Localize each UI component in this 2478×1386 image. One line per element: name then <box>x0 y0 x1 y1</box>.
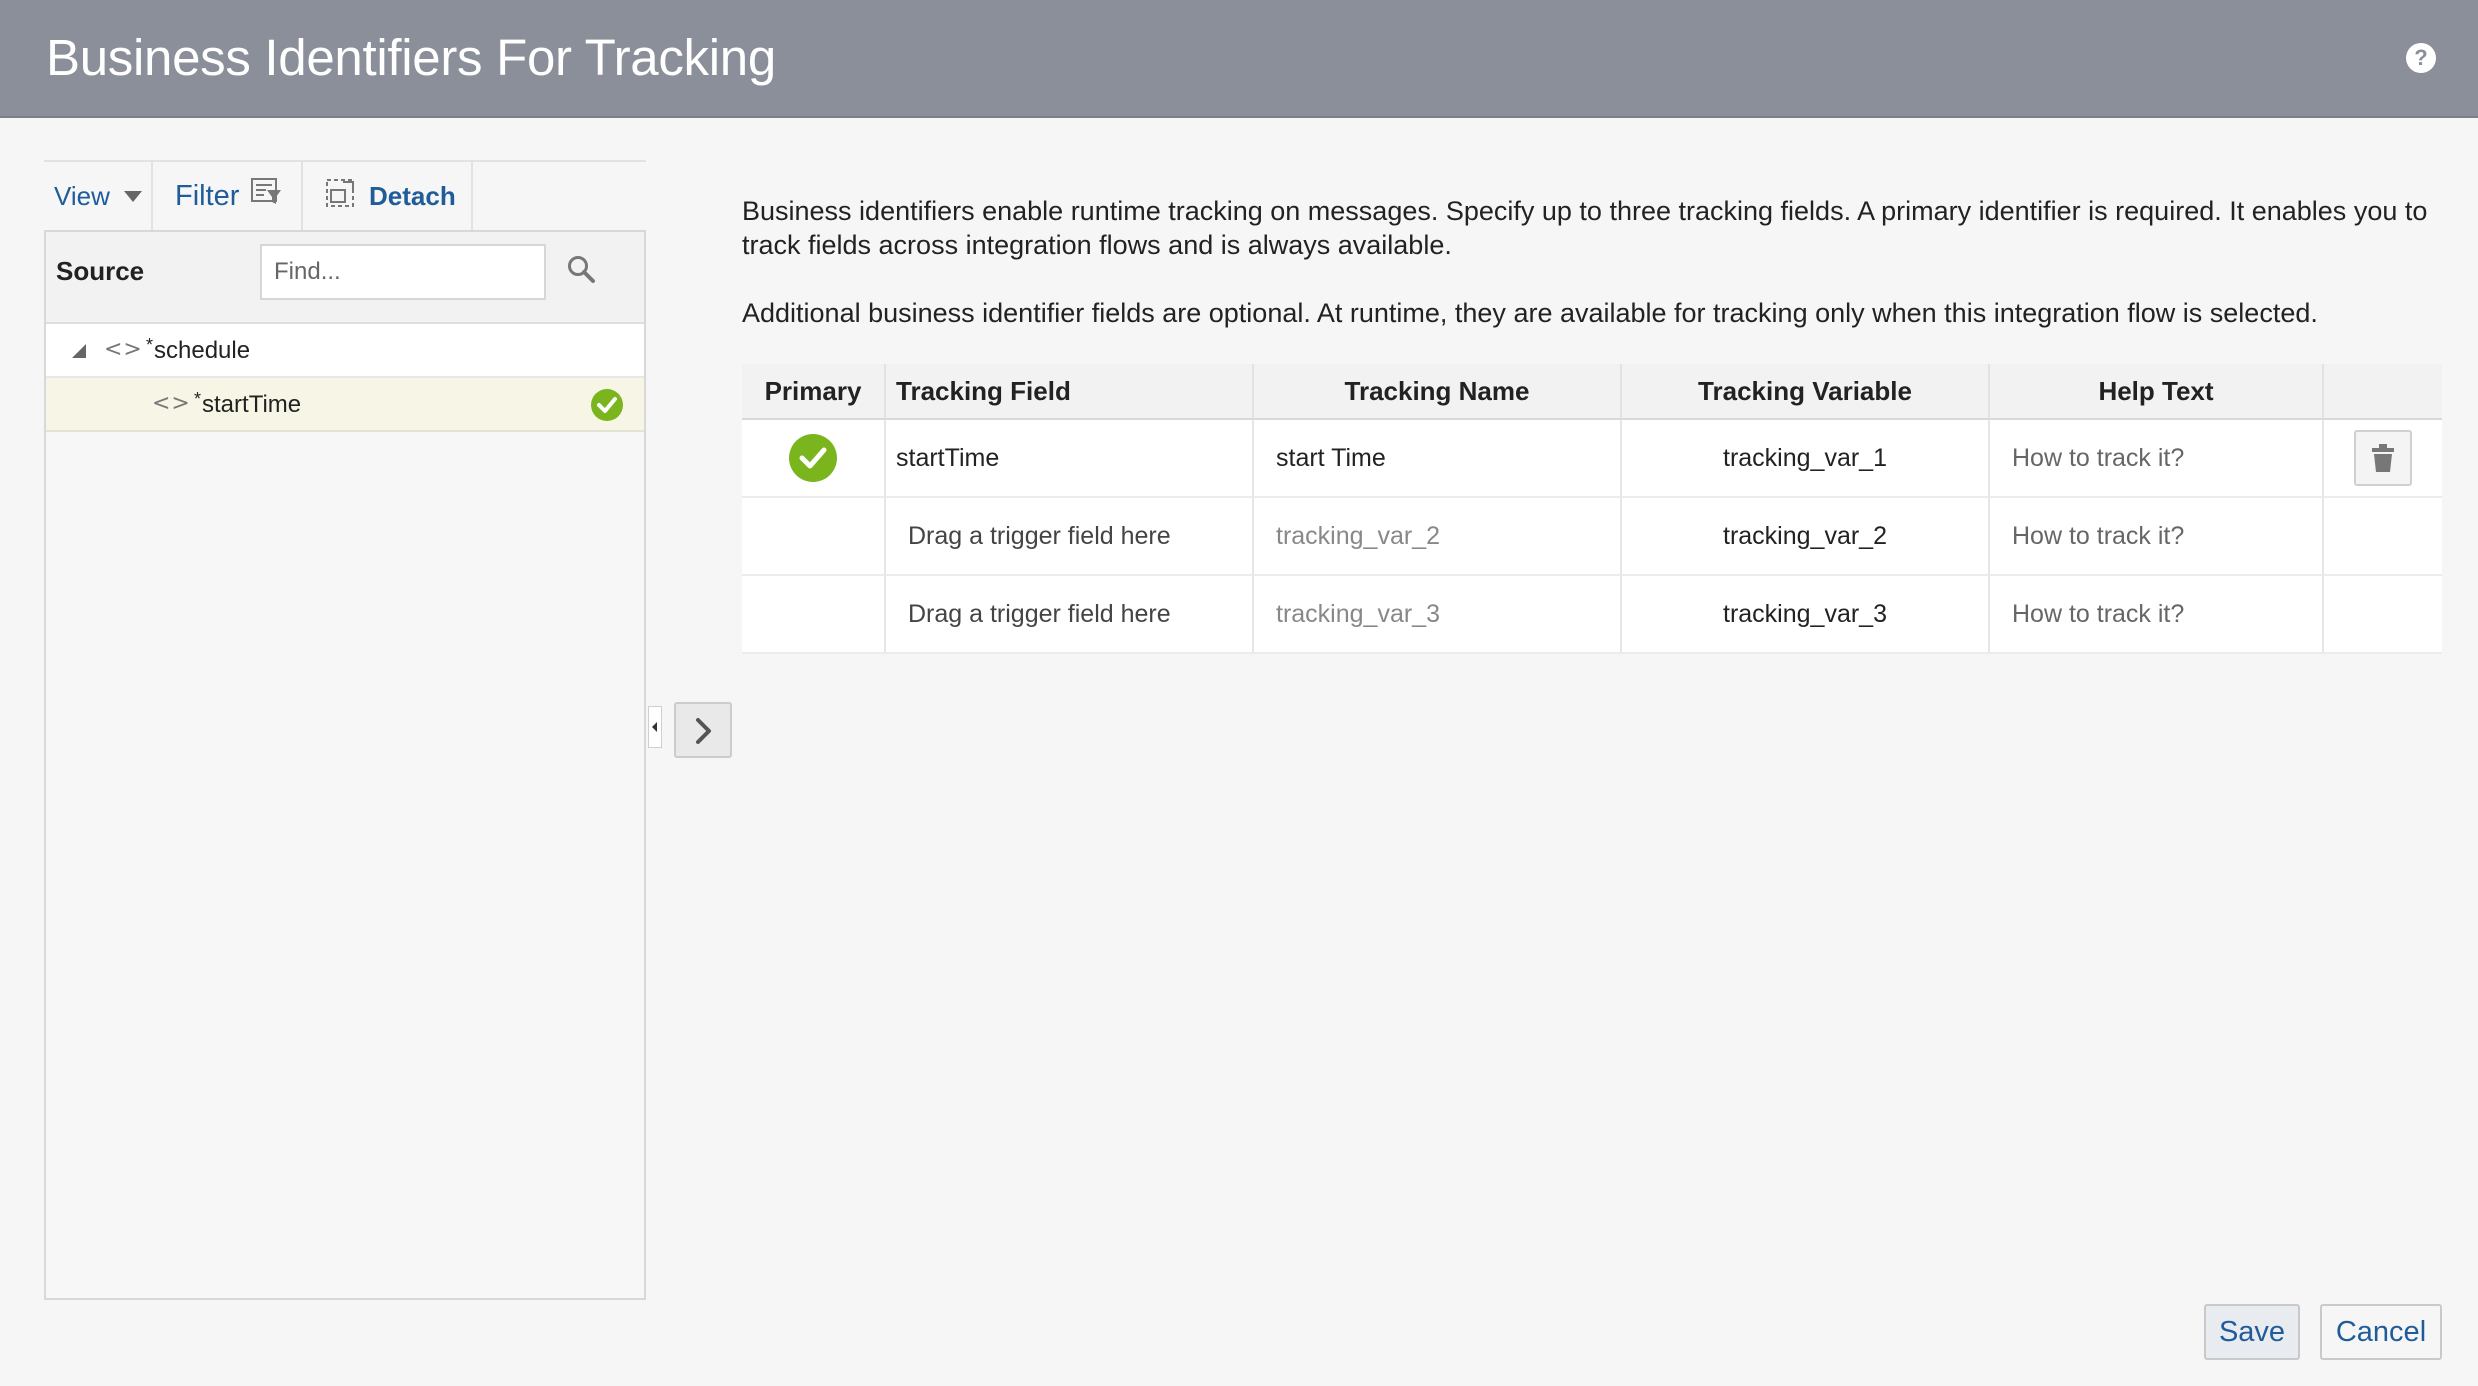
delete-button[interactable] <box>2354 430 2412 486</box>
actions-cell <box>2324 576 2442 654</box>
help-text-cell[interactable]: How to track it? <box>1990 420 2324 498</box>
trash-icon <box>2372 444 2394 472</box>
tracking-variable-cell: tracking_var_2 <box>1622 498 1990 576</box>
column-header-help-text: Help Text <box>1990 364 2324 420</box>
primary-check-icon <box>789 434 837 482</box>
expand-panel-button[interactable] <box>674 702 732 758</box>
source-toolbar: View Filter Detach <box>44 160 646 230</box>
help-icon[interactable]: ? <box>2406 43 2436 73</box>
tracking-table: Primary Tracking Field Tracking Name Tra… <box>742 364 2442 654</box>
cancel-button[interactable]: Cancel <box>2320 1304 2442 1360</box>
tracking-name-cell[interactable]: tracking_var_3 <box>1254 576 1622 654</box>
actions-cell <box>2324 420 2442 498</box>
tracking-variable-cell: tracking_var_1 <box>1622 420 1990 498</box>
chevron-right-icon <box>696 718 711 744</box>
save-button[interactable]: Save <box>2204 1304 2300 1360</box>
filter-label: Filter <box>175 179 240 212</box>
tree-node-label: *schedule <box>146 335 251 364</box>
detach-icon <box>325 178 355 215</box>
element-brackets-icon: <> <box>152 391 191 416</box>
view-label: View <box>54 180 110 211</box>
caret-left-icon <box>652 722 657 732</box>
panel-collapse-handle[interactable] <box>648 706 662 748</box>
column-header-tracking-name: Tracking Name <box>1254 364 1622 420</box>
check-circle-icon <box>590 388 624 429</box>
actions-cell <box>2324 498 2442 576</box>
collapse-triangle-icon[interactable] <box>72 344 86 358</box>
source-panel: Source <> *schedule <> *startTime <box>44 230 646 1300</box>
source-label: Source <box>56 256 145 286</box>
tracking-name-cell[interactable]: start Time <box>1254 420 1622 498</box>
dialog-title: Business Identifiers For Tracking <box>46 29 776 86</box>
column-header-tracking-variable: Tracking Variable <box>1622 364 1990 420</box>
tracking-field-drop-target[interactable]: Drag a trigger field here <box>886 498 1254 576</box>
filter-button[interactable]: Filter <box>153 162 303 230</box>
help-text-cell[interactable]: How to track it? <box>1990 498 2324 576</box>
tracking-name-cell[interactable]: tracking_var_2 <box>1254 498 1622 576</box>
column-header-tracking-field: Tracking Field <box>886 364 1254 420</box>
chevron-down-icon <box>123 190 142 202</box>
tree-node-label: *startTime <box>194 389 302 418</box>
search-icon[interactable] <box>566 254 596 289</box>
primary-cell[interactable] <box>742 498 886 576</box>
tree-node-starttime[interactable]: <> *startTime <box>46 378 644 432</box>
column-header-actions <box>2324 364 2442 420</box>
description-paragraph-2: Additional business identifier fields ar… <box>742 298 2318 328</box>
column-header-primary: Primary <box>742 364 886 420</box>
dialog-header: Business Identifiers For Tracking ? <box>0 0 2478 118</box>
tracking-field-drop-target[interactable]: Drag a trigger field here <box>886 576 1254 654</box>
help-text-cell[interactable]: How to track it? <box>1990 576 2324 654</box>
find-input[interactable] <box>260 244 546 300</box>
element-brackets-icon: <> <box>104 337 143 362</box>
tree-node-schedule[interactable]: <> *schedule <box>46 324 644 378</box>
tracking-field-cell[interactable]: startTime <box>886 420 1254 498</box>
tracking-variable-cell: tracking_var_3 <box>1622 576 1990 654</box>
view-menu-button[interactable]: View <box>44 162 153 230</box>
detach-button[interactable]: Detach <box>303 162 473 230</box>
source-search-bar: Source <box>46 232 644 324</box>
primary-cell[interactable] <box>742 576 886 654</box>
description-paragraph-1: Business identifiers enable runtime trac… <box>742 196 2428 260</box>
filter-icon <box>251 178 283 214</box>
primary-cell[interactable] <box>742 420 886 498</box>
detach-label: Detach <box>369 180 456 211</box>
